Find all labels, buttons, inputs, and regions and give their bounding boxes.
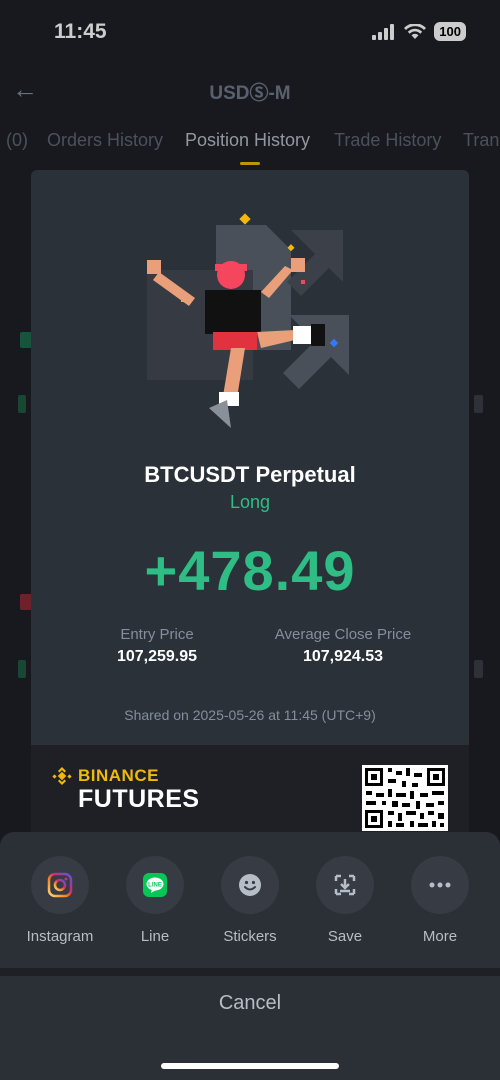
position-side: Long (229, 492, 271, 512)
line-icon: LINE (143, 873, 167, 897)
sheet-divider (0, 968, 500, 976)
tab-trade-history[interactable]: Trade History (334, 130, 441, 151)
share-label: Stickers (223, 928, 277, 945)
realized-pnl: +478.49 (144, 539, 356, 602)
status-bar: 11:45 100 (0, 0, 500, 66)
shared-timestamp: Shared on 2025-05-26 at 11:45 (UTC+9) (124, 707, 376, 723)
wifi-icon (404, 23, 427, 39)
tab-transaction-history[interactable]: Tran (463, 130, 499, 151)
save-icon (334, 874, 356, 896)
bg-text-fragment (474, 395, 483, 413)
cancel-button[interactable]: Cancel (0, 992, 500, 1015)
active-tab-indicator (240, 162, 260, 165)
qr-code (362, 765, 448, 831)
contract-symbol: BTCUSDT Perpetual (144, 462, 356, 487)
signal-icon (372, 23, 395, 40)
svg-text:LINE: LINE (148, 883, 162, 889)
battery-indicator: 100 (434, 22, 466, 41)
trader-illustration (147, 213, 349, 428)
status-time: 11:45 (54, 20, 107, 43)
stickers-icon (239, 874, 261, 896)
share-label: More (422, 928, 458, 945)
nav-bar: ← USDⓈ-M (0, 66, 500, 114)
more-icon (429, 882, 451, 888)
history-tabs: (0) Orders History Position History Trad… (0, 130, 500, 166)
share-label: Save (327, 928, 363, 945)
bg-text-fragment (474, 660, 483, 678)
card-footer: BINANCE FUTURES (31, 745, 469, 835)
share-card: BTCUSDT Perpetual Long +478.49 Entry Pri… (31, 170, 469, 835)
share-more-button[interactable]: More (395, 856, 485, 945)
share-stickers-button[interactable]: Stickers (205, 856, 295, 945)
entry-price-value: 107,259.95 (116, 648, 198, 665)
brand-futures: FUTURES (78, 785, 200, 813)
binance-logo-icon (52, 767, 72, 785)
close-price-block: Average Close Price 107,924.53 (265, 626, 421, 666)
instagram-icon (47, 872, 73, 898)
entry-price-label: Entry Price (120, 626, 194, 643)
share-label: Instagram (26, 928, 94, 945)
share-options: Instagram LINE Line Stickers Save More (0, 856, 500, 956)
bg-pnl-fragment (18, 395, 26, 413)
share-save-button[interactable]: Save (300, 856, 390, 945)
home-indicator (161, 1063, 339, 1069)
share-sheet: Instagram LINE Line Stickers Save More C… (0, 832, 500, 1080)
brand-binance: BINANCE (78, 766, 159, 785)
tab-open-orders[interactable]: (0) (6, 130, 28, 151)
share-instagram-button[interactable]: Instagram (15, 856, 105, 945)
entry-price-block: Entry Price 107,259.95 (101, 626, 213, 666)
tab-orders-history[interactable]: Orders History (47, 130, 163, 151)
close-price-label: Average Close Price (274, 626, 412, 643)
tab-position-history[interactable]: Position History (185, 130, 310, 151)
share-label: Line (140, 928, 170, 945)
page-title: USDⓈ-M (209, 83, 291, 104)
share-line-button[interactable]: LINE Line (110, 856, 200, 945)
bg-pnl-fragment (18, 660, 26, 678)
close-price-value: 107,924.53 (302, 648, 384, 665)
